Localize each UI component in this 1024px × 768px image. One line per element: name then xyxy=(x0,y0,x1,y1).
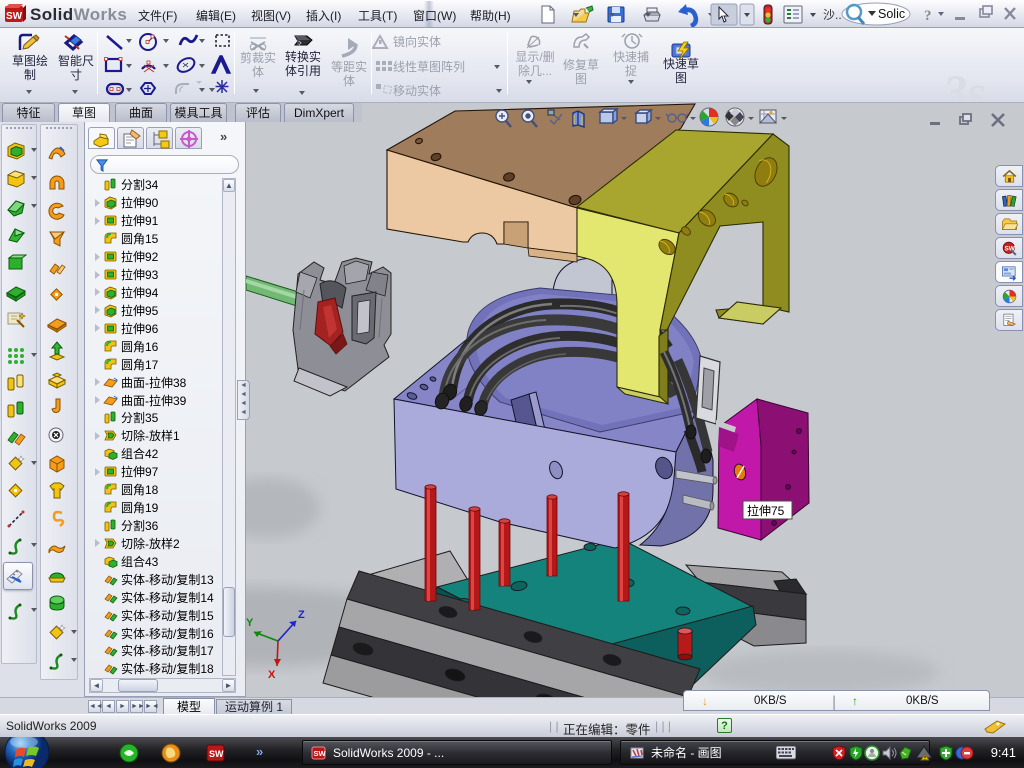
svg-text:SW: SW xyxy=(6,11,23,22)
svg-text:拉伸75: 拉伸75 xyxy=(747,503,785,518)
svg-text:3s: 3s xyxy=(942,66,986,102)
svg-text:?: ? xyxy=(924,8,932,24)
svg-text:沙..: 沙.. xyxy=(823,8,842,22)
svg-text:Y: Y xyxy=(246,617,254,629)
svg-text:Z: Z xyxy=(298,609,305,621)
svg-text:X: X xyxy=(268,669,276,681)
svg-text:SW: SW xyxy=(314,749,327,758)
svg-text:»: » xyxy=(256,744,263,759)
svg-text:Solic: Solic xyxy=(878,7,905,21)
svg-text:SW: SW xyxy=(209,749,224,759)
